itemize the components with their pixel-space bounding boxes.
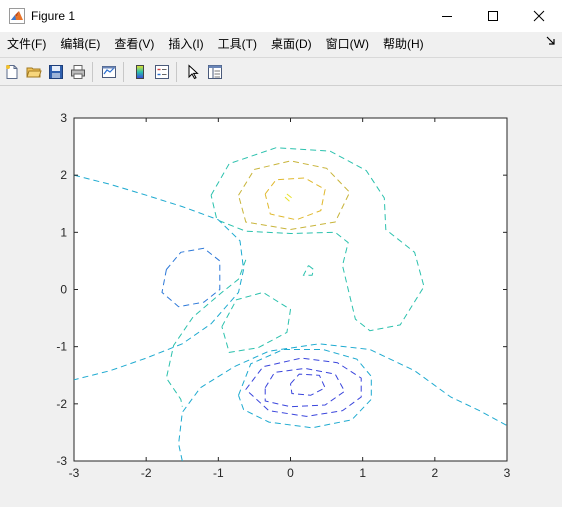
toolbar-separator [92, 61, 93, 82]
y-tick-label: -3 [56, 454, 67, 468]
figure-canvas: -3 -2 -1 0 1 2 3 3 2 1 0 -1 -2 -3 [0, 86, 562, 507]
menu-help[interactable]: 帮助(H) [376, 33, 431, 55]
colorbar-icon [136, 64, 144, 79]
x-tick-label: -3 [69, 466, 80, 480]
title-bar[interactable]: Figure 1 [0, 0, 562, 32]
minimize-icon [442, 16, 452, 17]
open-file-button[interactable] [24, 61, 44, 83]
x-tick-label: 3 [504, 466, 511, 480]
legend-icon [155, 64, 169, 79]
x-tick-label: 1 [359, 466, 366, 480]
print-button[interactable] [68, 61, 88, 83]
maximize-button[interactable] [470, 0, 516, 32]
menu-edit[interactable]: 编辑(E) [53, 33, 107, 55]
pointer-icon [188, 63, 199, 79]
link-plot-button[interactable] [99, 61, 119, 83]
print-icon [71, 64, 85, 79]
figure-toolbar [0, 57, 562, 86]
edit-plot-button[interactable] [183, 61, 203, 83]
toolbar-separator [176, 61, 177, 82]
menu-bar: 文件(F) 编辑(E) 查看(V) 插入(I) 工具(T) 桌面(D) 窗口(W… [0, 32, 562, 56]
y-tick-label: -1 [56, 340, 67, 354]
window-controls [424, 0, 562, 32]
window-title: Figure 1 [31, 9, 76, 23]
close-icon [533, 10, 545, 22]
save-icon [49, 64, 63, 79]
menu-tools[interactable]: 工具(T) [211, 33, 264, 55]
new-figure-icon [6, 64, 18, 79]
new-figure-button[interactable] [2, 61, 22, 83]
save-button[interactable] [46, 61, 66, 83]
y-tick-label: -2 [56, 397, 67, 411]
y-tick-label: 3 [60, 111, 67, 125]
y-tick-label: 0 [60, 283, 67, 297]
y-tick-label: 1 [60, 225, 67, 239]
menu-window[interactable]: 窗口(W) [319, 33, 376, 55]
contour-plot: -3 -2 -1 0 1 2 3 3 2 1 0 -1 -2 -3 [56, 111, 511, 480]
x-tick-label: -2 [141, 466, 152, 480]
insert-colorbar-button[interactable] [130, 61, 150, 83]
insert-legend-button[interactable] [152, 61, 172, 83]
matlab-icon [9, 8, 25, 24]
x-tick-label: 2 [431, 466, 438, 480]
x-tick-label: -1 [213, 466, 224, 480]
menu-desktop[interactable]: 桌面(D) [264, 33, 319, 55]
link-plot-icon [102, 65, 116, 78]
maximize-icon [488, 11, 498, 21]
toolbar-separator [123, 61, 124, 82]
open-file-icon [26, 67, 42, 77]
menu-file[interactable]: 文件(F) [0, 33, 53, 55]
figure-window: Figure 1 文件(F) 编辑(E) 查看(V) 插入(I) 工具(T) 桌… [0, 0, 562, 507]
menu-insert[interactable]: 插入(I) [161, 33, 210, 55]
axes-background [73, 117, 508, 462]
menu-overflow-icon[interactable] [546, 36, 556, 46]
close-button[interactable] [516, 0, 562, 32]
x-tick-label: 0 [287, 466, 294, 480]
y-tick-label: 2 [60, 168, 67, 182]
menu-view[interactable]: 查看(V) [107, 33, 161, 55]
minimize-button[interactable] [424, 0, 470, 32]
property-inspector-icon [208, 64, 222, 79]
property-inspector-button[interactable] [205, 61, 225, 83]
